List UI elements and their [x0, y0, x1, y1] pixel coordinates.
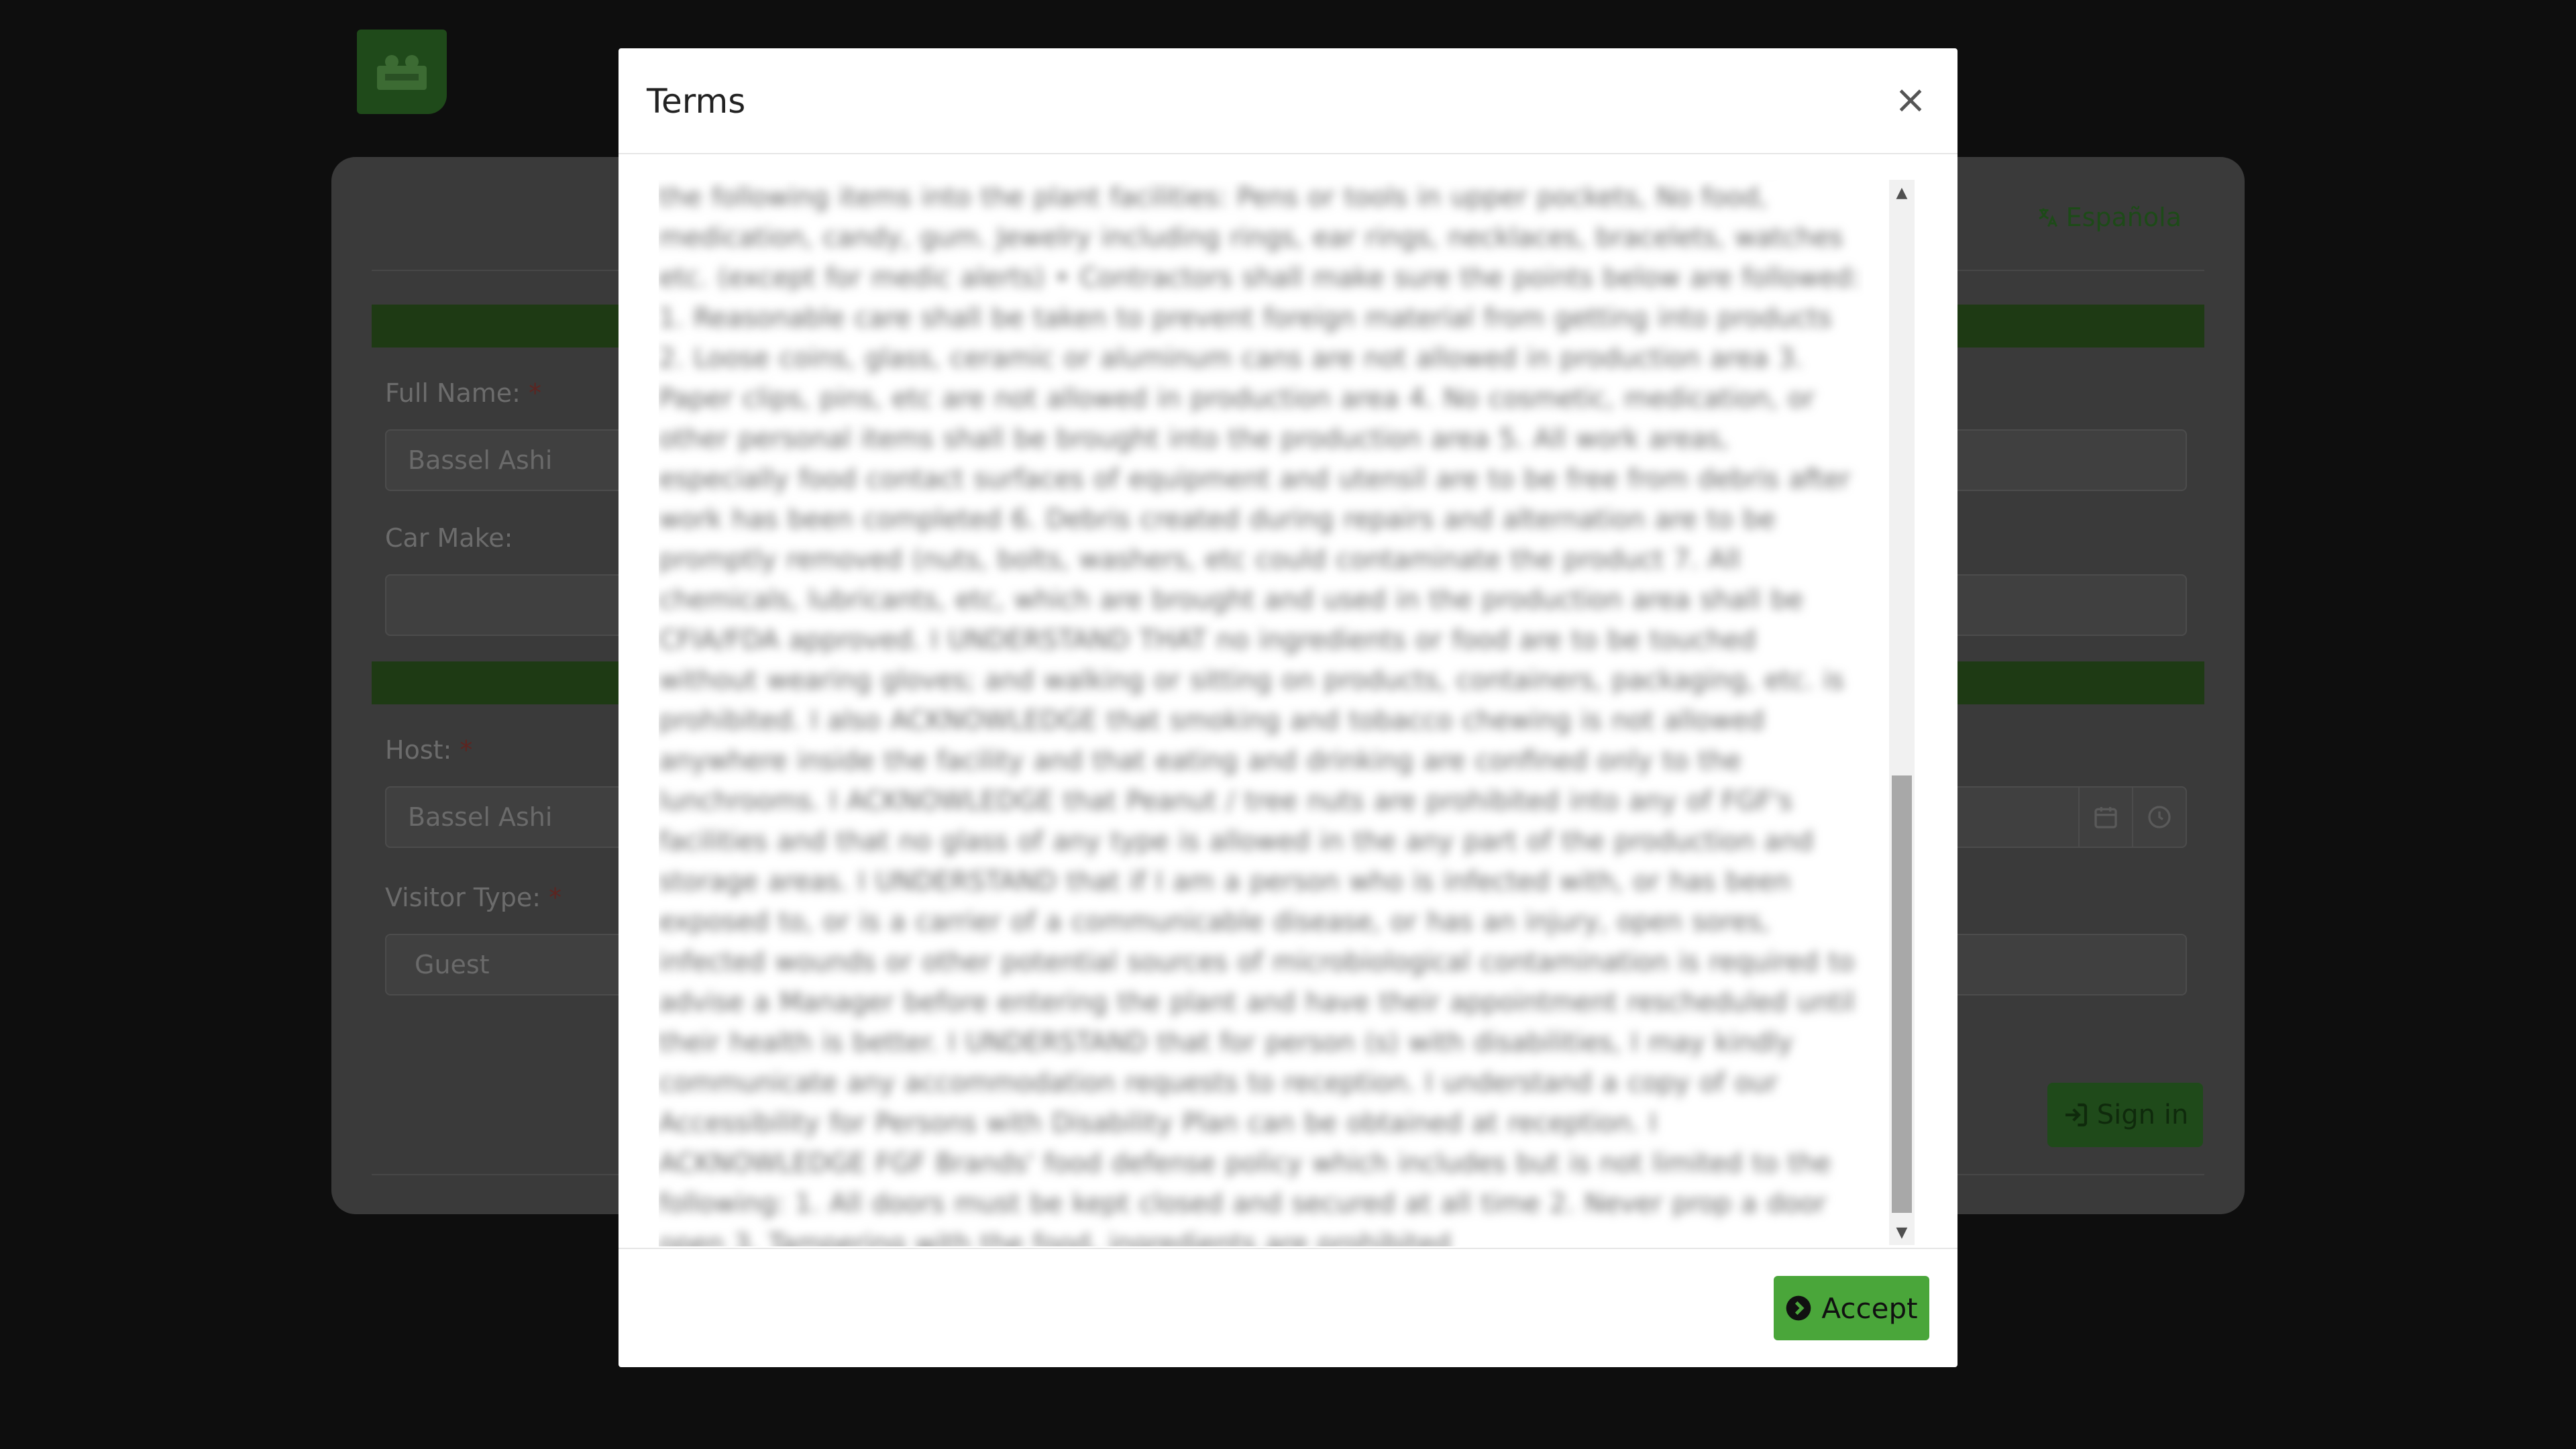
required-mark: *: [460, 735, 473, 765]
host-label: Host: *: [385, 735, 473, 765]
modal-footer: Accept: [619, 1248, 1957, 1367]
modal-title: Terms: [647, 82, 746, 121]
required-mark: *: [549, 883, 562, 912]
terms-text: Band-Aids must be company approved. • En…: [659, 182, 1861, 1246]
company-logo: [357, 30, 447, 114]
accept-label: Accept: [1821, 1291, 1918, 1325]
terms-modal: Terms × Band-Aids must be company approv…: [619, 48, 1957, 1367]
visitor-logo-icon: [377, 55, 427, 90]
sign-in-icon: [2065, 1103, 2087, 1127]
calendar-icon[interactable]: [2078, 788, 2132, 847]
car-make-label: Car Make:: [385, 523, 513, 553]
required-mark: *: [529, 378, 542, 408]
close-button[interactable]: ×: [1892, 76, 1929, 122]
translate-icon: [2039, 208, 2057, 227]
sign-in-button[interactable]: Sign in: [2047, 1083, 2203, 1147]
modal-header: Terms ×: [619, 48, 1957, 154]
full-name-value: Bassel Ashi: [408, 445, 553, 475]
sign-in-label: Sign in: [2096, 1099, 2189, 1130]
full-name-label: Full Name: *: [385, 378, 542, 408]
visitor-type-value: Guest: [415, 950, 490, 979]
close-icon: ×: [1894, 76, 1927, 122]
terms-scroll-area[interactable]: Band-Aids must be company approved. • En…: [659, 180, 1864, 1246]
scrollbar-thumb[interactable]: [1892, 775, 1912, 1213]
clock-icon[interactable]: [2132, 788, 2186, 847]
language-link-label: Española: [2065, 203, 2182, 232]
chevron-circle-right-icon: [1786, 1295, 1811, 1321]
language-toggle-link[interactable]: Española: [2035, 203, 2182, 232]
host-value: Bassel Ashi: [408, 802, 553, 832]
datetime-picker-buttons: [2078, 788, 2186, 847]
scroll-down-arrow-icon[interactable]: ▼: [1889, 1222, 1915, 1242]
scroll-up-arrow-icon[interactable]: ▲: [1889, 182, 1915, 203]
visitor-type-label: Visitor Type: *: [385, 883, 562, 912]
accept-button[interactable]: Accept: [1774, 1276, 1929, 1340]
terms-scrollbar[interactable]: ▲ ▼: [1889, 180, 1915, 1245]
